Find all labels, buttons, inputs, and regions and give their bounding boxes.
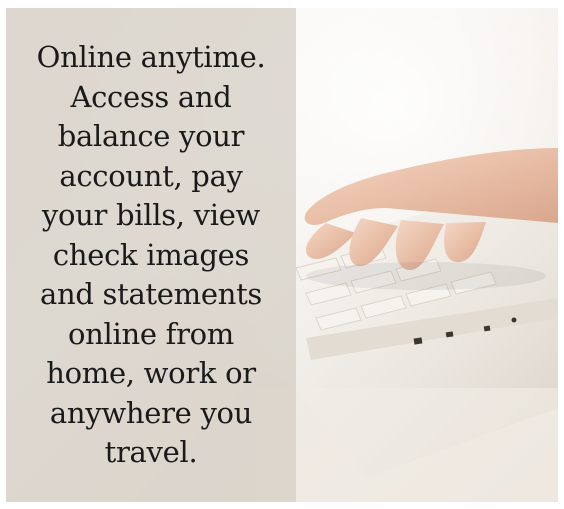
promo-line: and statements xyxy=(39,277,263,311)
laptop-typing-photo: Online anytime. Access and balance your … xyxy=(6,8,558,502)
promo-line: check images xyxy=(52,237,250,272)
promo-line: anywhere you xyxy=(49,395,253,430)
promo-message: Online anytime. Access and balance your … xyxy=(16,38,286,473)
promo-line: home, work or xyxy=(46,356,256,390)
promo-card: Online anytime. Access and balance your … xyxy=(0,0,564,509)
promo-line: Online anytime. xyxy=(36,40,266,74)
promo-line: your bills, view xyxy=(41,198,261,232)
promo-line: account, pay xyxy=(59,158,243,193)
text-overlay-panel: Online anytime. Access and balance your … xyxy=(6,8,296,502)
promo-line: online from xyxy=(68,316,234,351)
promo-line: balance your xyxy=(57,119,245,153)
promo-line: Access and xyxy=(70,79,232,114)
promo-line: travel. xyxy=(104,435,198,469)
